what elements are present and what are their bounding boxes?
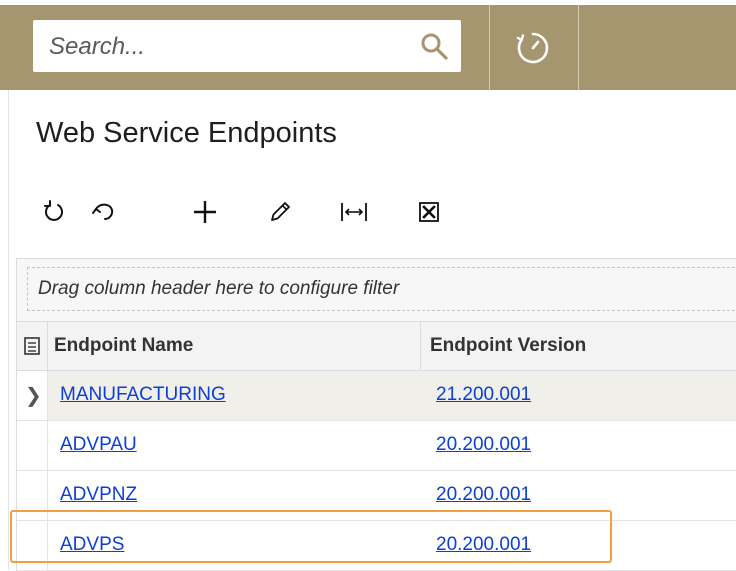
undo-icon	[92, 203, 114, 220]
row-selector[interactable]	[17, 521, 48, 570]
table-row[interactable]: ❯ MANUFACTURING 21.200.001	[17, 371, 736, 421]
filter-bar: Drag column header here to configure fil…	[17, 259, 736, 322]
endpoint-version-link[interactable]: 20.200.001	[436, 534, 531, 556]
top-bar-separator	[578, 5, 579, 90]
plus-icon	[194, 201, 216, 223]
fit-width-icon	[341, 203, 367, 221]
history-icon	[516, 32, 549, 64]
search-box[interactable]	[33, 20, 461, 74]
table-row[interactable]: ADVPNZ 20.200.001	[17, 471, 736, 521]
row-selector[interactable]	[17, 471, 48, 520]
edit-button[interactable]	[260, 192, 300, 232]
columns-icon	[24, 337, 40, 355]
grid-header-row: Endpoint Name Endpoint Version	[17, 322, 736, 371]
history-button[interactable]	[490, 5, 578, 90]
excel-icon	[419, 202, 439, 222]
row-current-indicator-icon: ❯	[25, 385, 42, 407]
filter-drop-zone[interactable]: Drag column header here to configure fil…	[27, 267, 735, 311]
page-left-border	[8, 90, 9, 570]
top-bar	[0, 0, 736, 90]
endpoint-version-link[interactable]: 20.200.001	[436, 434, 531, 456]
page-title: Web Service Endpoints	[36, 117, 337, 149]
row-selector[interactable]	[17, 421, 48, 470]
column-chooser-button[interactable]	[17, 322, 47, 370]
top-bar-line	[0, 0, 736, 5]
filter-hint: Drag column header here to configure fil…	[38, 278, 400, 299]
endpoint-version-link[interactable]: 21.200.001	[436, 384, 531, 406]
column-header-endpoint-name[interactable]: Endpoint Name	[54, 322, 193, 370]
endpoint-name-link[interactable]: ADVPS	[60, 534, 124, 556]
row-selector[interactable]: ❯	[17, 371, 48, 420]
endpoint-name-link[interactable]: MANUFACTURING	[60, 384, 226, 406]
refresh-icon	[44, 200, 63, 221]
pencil-icon	[271, 202, 290, 221]
export-excel-button[interactable]	[409, 192, 449, 232]
column-separator	[47, 322, 48, 370]
table-row[interactable]: ADVPAU 20.200.001	[17, 421, 736, 471]
endpoints-grid: Drag column header here to configure fil…	[16, 258, 736, 571]
add-button[interactable]	[185, 192, 225, 232]
search-input[interactable]	[47, 20, 411, 74]
table-row[interactable]: ADVPS 20.200.001	[17, 521, 736, 571]
endpoint-version-link[interactable]: 20.200.001	[436, 484, 531, 506]
endpoint-name-link[interactable]: ADVPAU	[60, 434, 137, 456]
undo-button[interactable]	[84, 192, 124, 232]
column-header-endpoint-version[interactable]: Endpoint Version	[430, 322, 586, 370]
refresh-button[interactable]	[34, 192, 74, 232]
fit-columns-button[interactable]	[334, 192, 374, 232]
endpoint-name-link[interactable]: ADVPNZ	[60, 484, 137, 506]
search-icon[interactable]	[419, 31, 449, 61]
column-separator[interactable]	[420, 322, 421, 370]
